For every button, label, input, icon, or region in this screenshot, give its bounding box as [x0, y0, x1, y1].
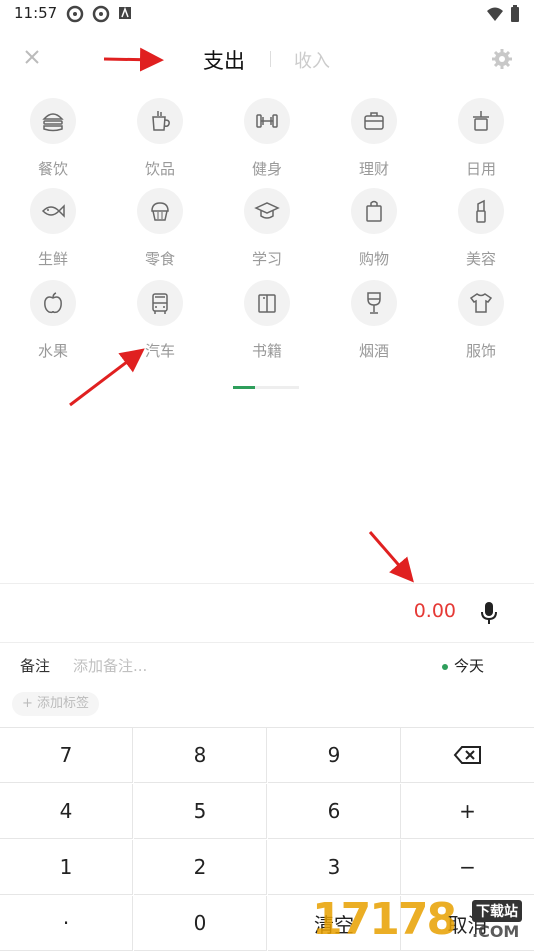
- status-icons: [66, 5, 132, 23]
- category-label: 餐饮: [37, 160, 68, 178]
- key-8[interactable]: 8: [134, 728, 267, 783]
- category-study[interactable]: 学习: [222, 188, 312, 269]
- amount-display: 0.00: [413, 600, 456, 622]
- note-input[interactable]: 添加备注...: [73, 655, 147, 676]
- battery-icon: [511, 5, 519, 22]
- muffin-icon: [151, 202, 169, 221]
- key-1[interactable]: 1: [0, 840, 133, 895]
- shopping-bag-icon: [366, 200, 382, 222]
- fish-icon: [41, 204, 65, 218]
- note-row: 备注 添加备注... 今天: [0, 648, 534, 682]
- key-6[interactable]: 6: [268, 784, 401, 839]
- site-watermark: 17178 下载站 .COM: [312, 886, 534, 950]
- category-label: 理财: [358, 160, 389, 178]
- category-fresh[interactable]: 生鲜: [8, 188, 98, 269]
- key-2[interactable]: 2: [134, 840, 267, 895]
- category-label: 书籍: [251, 342, 282, 360]
- category-fitness[interactable]: 健身: [222, 98, 312, 179]
- category-label: 生鲜: [37, 250, 68, 268]
- plus-key[interactable]: +: [401, 784, 534, 839]
- book-icon: [258, 294, 276, 313]
- category-snacks[interactable]: 零食: [115, 188, 205, 269]
- bus-icon: [152, 293, 168, 314]
- key-9[interactable]: 9: [268, 728, 401, 783]
- tab-income[interactable]: 收入: [294, 47, 330, 73]
- page-indicator: [233, 386, 299, 389]
- watermark-domain: .COM: [472, 922, 520, 941]
- key-5[interactable]: 5: [134, 784, 267, 839]
- microphone-icon[interactable]: [478, 600, 500, 626]
- arrow-to-amount: [368, 531, 414, 583]
- category-label: 零食: [144, 250, 175, 268]
- backspace-icon: [453, 746, 481, 764]
- add-tag-button[interactable]: + 添加标签: [12, 692, 100, 716]
- category-clothing[interactable]: 服饰: [436, 280, 526, 361]
- category-label: 烟酒: [358, 342, 389, 360]
- category-label: 日用: [465, 160, 496, 178]
- notification-a-icon: [119, 6, 131, 19]
- category-label: 饮品: [144, 160, 175, 178]
- category-label: 水果: [37, 342, 68, 360]
- burger-icon: [42, 113, 64, 132]
- apple-icon: [44, 292, 62, 314]
- category-beauty[interactable]: 美容: [436, 188, 526, 269]
- status-right-icons: [486, 5, 520, 23]
- page-indicator-active: [233, 386, 255, 389]
- key-0[interactable]: 0: [134, 896, 267, 951]
- status-bar: 11:57: [0, 0, 534, 28]
- category-drinks[interactable]: 饮品: [115, 98, 205, 179]
- cup-icon: [152, 111, 170, 131]
- header: 支出 收入: [0, 36, 534, 82]
- briefcase-icon: [364, 112, 384, 130]
- sync-icon: [92, 5, 110, 23]
- note-label: 备注: [20, 657, 51, 675]
- date-label: 今天: [454, 657, 485, 675]
- decimal-key[interactable]: ·: [0, 896, 133, 951]
- amount-row: 0.00: [0, 583, 534, 643]
- daily-icon: [473, 111, 489, 131]
- category-alcohol[interactable]: 烟酒: [329, 280, 419, 361]
- status-time: 11:57: [14, 4, 58, 22]
- lipstick-icon: [476, 199, 486, 223]
- date-selector[interactable]: 今天: [442, 655, 484, 676]
- wifi-icon: [487, 7, 503, 21]
- category-label: 学习: [251, 250, 282, 268]
- date-dot: [442, 663, 448, 670]
- category-label: 汽车: [144, 342, 175, 360]
- category-label: 健身: [251, 160, 282, 178]
- watermark-badge: 下载站: [472, 900, 522, 922]
- category-label: 美容: [465, 250, 496, 268]
- tshirt-icon: [469, 293, 493, 313]
- category-car[interactable]: 汽车: [115, 280, 205, 361]
- watermark-number: 17178: [312, 894, 457, 945]
- close-icon[interactable]: [20, 45, 44, 69]
- backspace-key[interactable]: [401, 728, 534, 783]
- category-label: 购物: [358, 250, 389, 268]
- category-dining[interactable]: 餐饮: [8, 98, 98, 179]
- category-books[interactable]: 书籍: [222, 280, 312, 361]
- tab-divider: [270, 51, 271, 67]
- gear-icon[interactable]: [490, 47, 514, 71]
- category-shopping[interactable]: 购物: [329, 188, 419, 269]
- category-finance[interactable]: 理财: [329, 98, 419, 179]
- category-fruit[interactable]: 水果: [8, 280, 98, 361]
- dumbbell-icon: [256, 114, 278, 128]
- wine-glass-icon: [367, 292, 381, 314]
- sync-icon: [66, 5, 84, 23]
- key-7[interactable]: 7: [0, 728, 133, 783]
- category-label: 服饰: [465, 342, 496, 360]
- key-4[interactable]: 4: [0, 784, 133, 839]
- tab-expense[interactable]: 支出: [203, 45, 245, 75]
- category-daily[interactable]: 日用: [436, 98, 526, 179]
- graduation-cap-icon: [254, 202, 280, 219]
